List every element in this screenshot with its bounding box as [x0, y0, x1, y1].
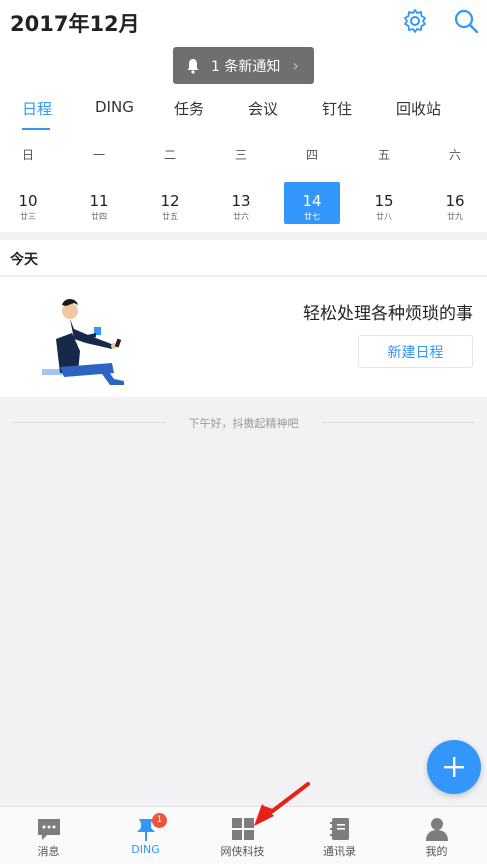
tab-bar: 日程 DING 任务 会议 钉住 回收站 [0, 92, 487, 134]
tab-ding[interactable]: DING [95, 98, 134, 116]
lunar-date: 廿七 [304, 212, 320, 221]
day-number: 14 [302, 192, 322, 210]
calendar-day[interactable]: 10 廿三 [0, 182, 56, 224]
day-number: 15 [374, 192, 394, 210]
weekday-label: 六 [448, 148, 461, 162]
greeting-divider: 下午好，抖擞起精神吧 [12, 414, 475, 430]
day-number: 11 [89, 192, 109, 210]
day-number: 16 [445, 192, 465, 210]
empty-slogan: 轻松处理各种烦琐的事 [303, 304, 473, 324]
empty-schedule-card: 轻松处理各种烦琐的事 新建日程 [0, 277, 487, 397]
calendar-day[interactable]: 11 廿四 [71, 182, 127, 224]
lunar-date: 廿五 [162, 212, 178, 221]
new-notification-banner[interactable]: 1 条新通知 › [173, 47, 314, 84]
day-number: 12 [160, 192, 180, 210]
nav-label: 我的 [425, 845, 448, 858]
weekday-label: 一 [92, 148, 105, 162]
week-calendar: 日 一 二 三 四 五 六 10 廿三 11 廿四 12 廿五 13 廿六 14… [0, 134, 487, 232]
month-title[interactable]: 2017年12月 [10, 8, 140, 38]
tab-recycle-bin[interactable]: 回收站 [396, 98, 441, 119]
calendar-day[interactable]: 15 廿八 [356, 182, 412, 224]
active-tab-indicator [22, 128, 50, 130]
lunar-date: 廿六 [233, 212, 249, 221]
today-section-header: 今天 [0, 240, 487, 276]
weekday-label: 四 [305, 148, 318, 162]
red-arrow-annotation [254, 782, 310, 826]
bell-icon [187, 58, 199, 74]
greeting-text: 下午好，抖擞起精神吧 [188, 417, 299, 430]
nav-label: DING [131, 843, 160, 856]
chevron-right-icon: › [292, 56, 299, 75]
person-icon [426, 818, 448, 841]
today-heading: 今天 [10, 252, 38, 268]
nav-messages[interactable]: 消息 [0, 807, 97, 864]
unread-badge: 1 [152, 813, 167, 828]
tab-pinned[interactable]: 钉住 [322, 98, 352, 119]
search-icon[interactable] [453, 8, 479, 34]
new-schedule-button[interactable]: 新建日程 [358, 335, 473, 368]
person-with-phone-illustration [42, 299, 124, 385]
nav-label: 网侠科技 [220, 845, 265, 858]
lunar-date: 廿九 [447, 212, 463, 221]
bottom-navigation: 消息 1 DING 网侠科技 通讯录 我的 [0, 806, 487, 864]
notification-text: 1 条新通知 [211, 58, 281, 75]
calendar-day[interactable]: 12 廿五 [142, 182, 198, 224]
weekday-label: 日 [21, 148, 34, 162]
nav-ding[interactable]: 1 DING [97, 807, 194, 864]
weekday-label: 二 [163, 148, 176, 162]
weekday-label: 三 [234, 148, 247, 162]
plus-icon [444, 757, 464, 777]
nav-label: 消息 [37, 845, 60, 858]
calendar-day[interactable]: 13 廿六 [213, 182, 269, 224]
calendar-day-selected[interactable]: 14 廿七 [284, 182, 340, 224]
day-number: 13 [231, 192, 251, 210]
tab-meetings[interactable]: 会议 [248, 98, 278, 119]
day-number: 10 [18, 192, 38, 210]
nav-me[interactable]: 我的 [388, 807, 485, 864]
lunar-date: 廿三 [20, 212, 36, 221]
add-button[interactable] [427, 740, 481, 794]
lunar-date: 廿八 [376, 212, 392, 221]
calendar-day[interactable]: 16 廿九 [427, 182, 483, 224]
contacts-icon [330, 818, 349, 840]
tab-tasks[interactable]: 任务 [174, 98, 204, 119]
tab-schedule[interactable]: 日程 [22, 98, 52, 119]
lunar-date: 廿四 [91, 212, 107, 221]
gear-icon[interactable] [402, 8, 428, 34]
nav-label: 通讯录 [323, 845, 356, 858]
app-header: 2017年12月 1 条新通知 › [0, 0, 487, 92]
weekday-label: 五 [377, 148, 390, 162]
chat-icon [38, 819, 60, 840]
